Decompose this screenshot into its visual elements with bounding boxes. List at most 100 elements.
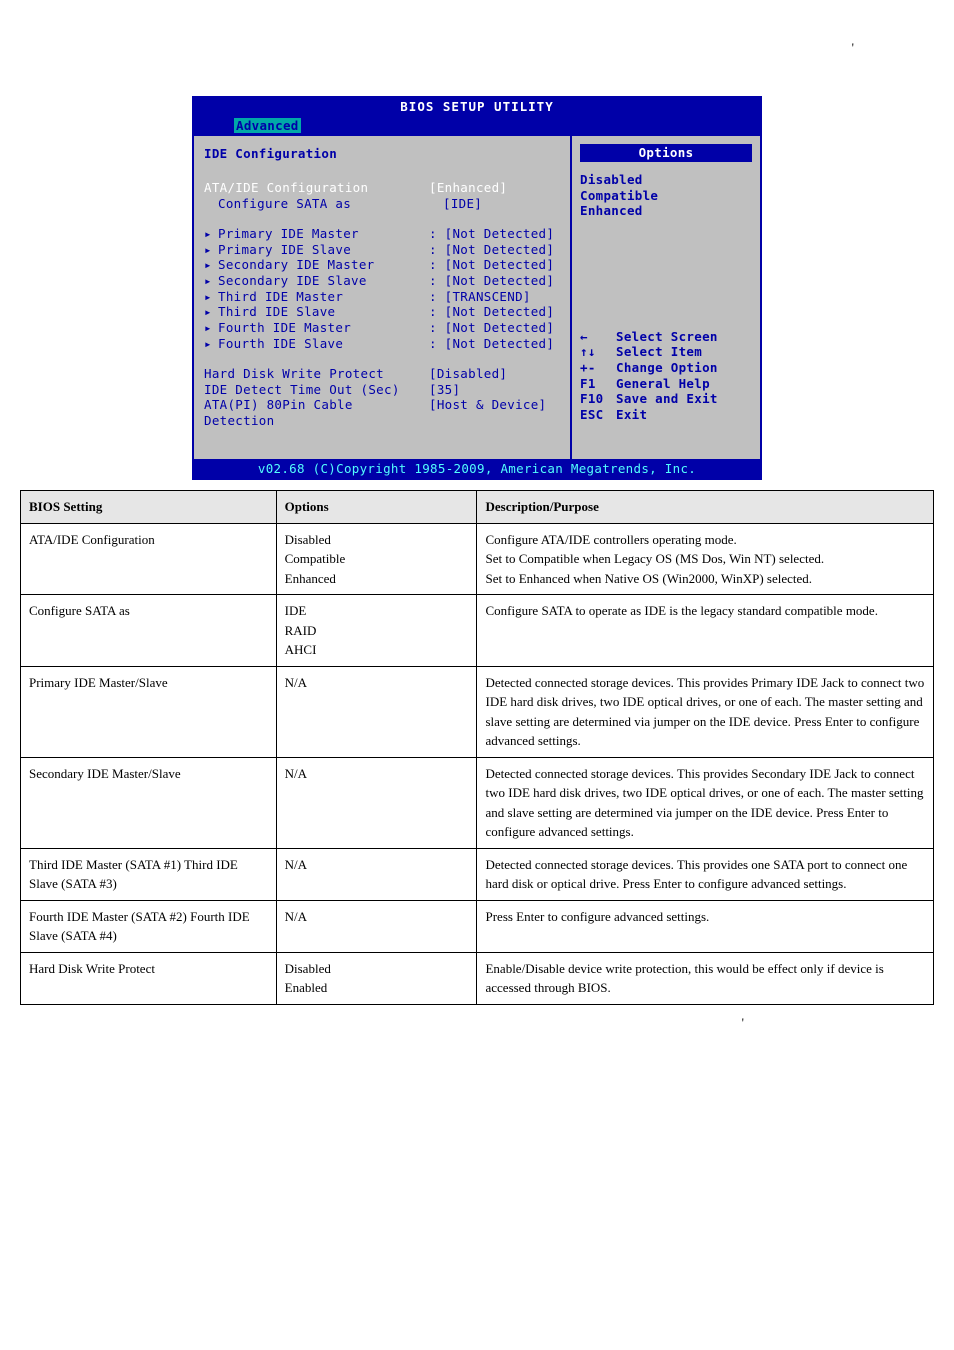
help-change-option: +- Change Option [580,360,752,376]
table-row: Configure SATA asIDE RAID AHCIConfigure … [21,595,934,667]
option-disabled: Disabled [580,172,752,188]
item-third-master[interactable]: ▸Third IDE Master : [TRANSCEND] [204,289,560,305]
value: : [Not Detected] [429,304,554,320]
table-row: ATA/IDE ConfigurationDisabled Compatible… [21,523,934,595]
chevron-right-icon: ▸ [204,273,218,289]
label: General Help [616,376,710,392]
stray-apostrophe-bottom: ' [20,1005,934,1061]
label: Save and Exit [616,391,718,407]
cell-options: Disabled Compatible Enhanced [276,523,477,595]
chevron-right-icon: ▸ [204,257,218,273]
tab-advanced[interactable]: Advanced [234,118,301,134]
cell-desc: Configure SATA to operate as IDE is the … [477,595,934,667]
item-ata-ide-config[interactable]: ATA/IDE Configuration [Enhanced] [204,180,560,196]
label: Secondary IDE Slave [218,273,367,288]
table-header: BIOS Setting Options Description/Purpose [21,491,934,524]
value: : [TRANSCEND] [429,289,531,305]
cell-desc: Press Enter to configure advanced settin… [477,900,934,952]
item-primary-master[interactable]: ▸Primary IDE Master : [Not Detected] [204,226,560,242]
cell-setting: Hard Disk Write Protect [21,952,277,1004]
item-hd-write-protect[interactable]: Hard Disk Write Protect [Disabled] [204,366,560,382]
label: Third IDE Slave [218,304,335,319]
value: : [Not Detected] [429,257,554,273]
item-primary-slave[interactable]: ▸Primary IDE Slave : [Not Detected] [204,242,560,258]
cell-options: N/A [276,900,477,952]
label: Secondary IDE Master [218,257,375,272]
item-fourth-master[interactable]: ▸Fourth IDE Master : [Not Detected] [204,320,560,336]
key: F10 [580,391,616,407]
key: +- [580,360,616,376]
chevron-right-icon: ▸ [204,336,218,352]
value: : [Not Detected] [429,273,554,289]
section-heading: IDE Configuration [204,146,560,162]
label: Configure SATA as [204,196,443,212]
bios-right-pane: Options Disabled Compatible Enhanced ← S… [572,136,760,458]
label: Hard Disk Write Protect [204,366,429,382]
key: ↑↓ [580,344,616,360]
item-fourth-slave[interactable]: ▸Fourth IDE Slave : [Not Detected] [204,336,560,352]
label: Fourth IDE Slave [218,336,343,351]
value: [Enhanced] [429,180,507,196]
table-row: Fourth IDE Master (SATA #2) Fourth IDE S… [21,900,934,952]
item-third-slave[interactable]: ▸Third IDE Slave : [Not Detected] [204,304,560,320]
label: Primary IDE Slave [218,242,351,257]
key: ESC [580,407,616,423]
item-secondary-master[interactable]: ▸Secondary IDE Master : [Not Detected] [204,257,560,273]
label: Select Item [616,344,702,360]
cell-options: IDE RAID AHCI [276,595,477,667]
help-exit: ESC Exit [580,407,752,423]
help-select-screen: ← Select Screen [580,329,752,345]
option-enhanced: Enhanced [580,203,752,219]
cell-options: N/A [276,757,477,848]
cell-setting: Primary IDE Master/Slave [21,666,277,757]
cell-options: N/A [276,666,477,757]
label: Third IDE Master [218,289,343,304]
cell-setting: Configure SATA as [21,595,277,667]
chevron-right-icon: ▸ [204,304,218,320]
label: IDE Detect Time Out (Sec) [204,382,429,398]
help-general-help: F1 General Help [580,376,752,392]
item-ide-detect-timeout[interactable]: IDE Detect Time Out (Sec) [35] [204,382,560,398]
cell-setting: Secondary IDE Master/Slave [21,757,277,848]
label: ATA/IDE Configuration [204,180,429,196]
label: Primary IDE Master [218,226,359,241]
cell-setting: Third IDE Master (SATA #1) Third IDE Sla… [21,848,277,900]
value: : [Not Detected] [429,336,554,352]
help-legend: ← Select Screen ↑↓ Select Item +- Change… [580,329,752,423]
cell-desc: Detected connected storage devices. This… [477,848,934,900]
table-row: Hard Disk Write ProtectDisabled EnabledE… [21,952,934,1004]
bios-title: BIOS SETUP UTILITY [194,98,760,116]
value: [Host & Device] [429,397,546,428]
bios-tab-bar: Advanced [194,116,760,136]
description-table: BIOS Setting Options Description/Purpose… [20,490,934,1005]
chevron-right-icon: ▸ [204,242,218,258]
value: : [Not Detected] [429,226,554,242]
cell-setting: Fourth IDE Master (SATA #2) Fourth IDE S… [21,900,277,952]
header-desc: Description/Purpose [477,491,934,524]
item-atapi-cable-detect[interactable]: ATA(PI) 80Pin Cable Detection [Host & De… [204,397,560,428]
cell-desc: Enable/Disable device write protection, … [477,952,934,1004]
chevron-right-icon: ▸ [204,320,218,336]
item-configure-sata[interactable]: Configure SATA as [IDE] [204,196,560,212]
option-compatible: Compatible [580,188,752,204]
item-secondary-slave[interactable]: ▸Secondary IDE Slave : [Not Detected] [204,273,560,289]
key: ← [580,329,616,345]
chevron-right-icon: ▸ [204,226,218,242]
label: Select Screen [616,329,718,345]
help-select-item: ↑↓ Select Item [580,344,752,360]
bios-left-pane: IDE Configuration ATA/IDE Configuration … [194,136,572,458]
value: [35] [429,382,460,398]
label: Exit [616,407,647,423]
header-setting: BIOS Setting [21,491,277,524]
options-title: Options [580,144,752,162]
cell-desc: Detected connected storage devices. This… [477,666,934,757]
cell-setting: ATA/IDE Configuration [21,523,277,595]
help-save-exit: F10 Save and Exit [580,391,752,407]
value: : [Not Detected] [429,242,554,258]
cell-options: Disabled Enabled [276,952,477,1004]
bios-footer: v02.68 (C)Copyright 1985-2009, American … [194,459,760,479]
cell-desc: Detected connected storage devices. This… [477,757,934,848]
value: [Disabled] [429,366,507,382]
cell-options: N/A [276,848,477,900]
bios-screenshot: BIOS SETUP UTILITY Advanced IDE Configur… [192,96,762,480]
